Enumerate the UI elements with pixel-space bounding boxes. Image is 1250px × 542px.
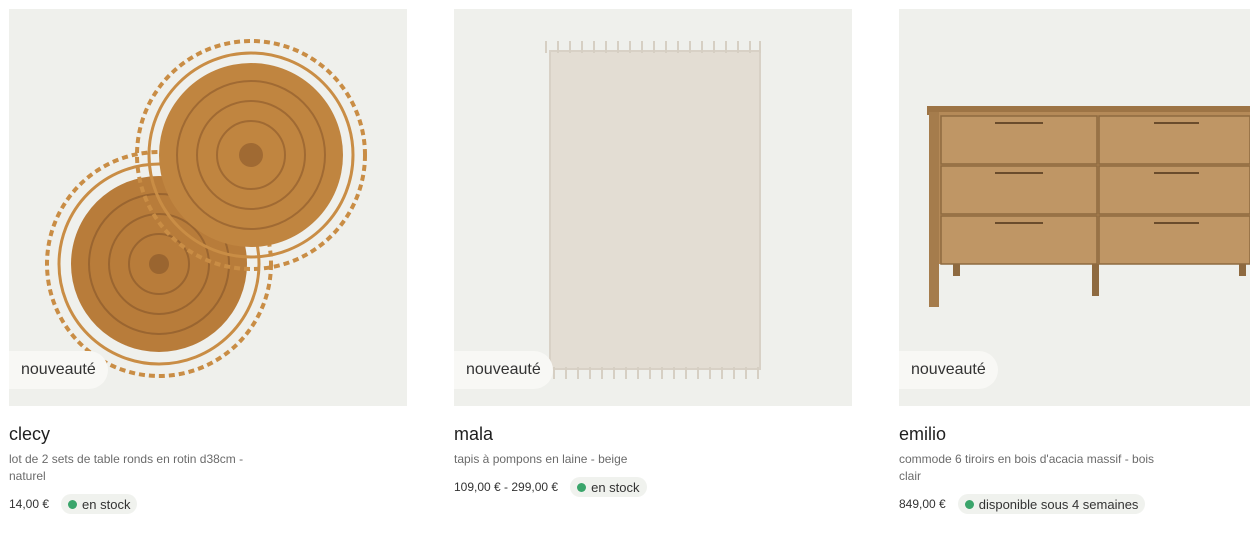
new-badge: nouveauté [899, 351, 998, 389]
product-name[interactable]: clecy [9, 423, 407, 445]
availability-label: en stock [82, 496, 131, 512]
availability-dot-icon [68, 499, 78, 509]
product-meta: 109,00 € - 299,00 € en stock [454, 477, 852, 497]
product-meta: 849,00 € disponible sous 4 semaines [899, 494, 1250, 514]
product-card-mala[interactable]: nouveauté mala tapis à pompons en laine … [454, 9, 852, 497]
product-price: 109,00 € - 299,00 € [454, 480, 559, 494]
availability-dot-icon [964, 499, 974, 509]
availability-badge: en stock [570, 477, 647, 497]
acacia-dresser-image [927, 106, 1250, 307]
product-name[interactable]: emilio [899, 423, 1250, 445]
product-price: 849,00 € [899, 497, 946, 511]
product-name[interactable]: mala [454, 423, 852, 445]
product-description: lot de 2 sets de table ronds en rotin d3… [9, 452, 244, 483]
availability-badge: en stock [61, 494, 138, 514]
product-meta: 14,00 € en stock [9, 494, 407, 514]
product-description: commode 6 tiroirs en bois d'acacia massi… [899, 452, 1155, 483]
availability-label: disponible sous 4 semaines [978, 496, 1139, 512]
product-card-clecy[interactable]: nouveauté clecy lot de 2 sets de table r… [9, 9, 407, 514]
product-image-clecy[interactable]: nouveauté [9, 9, 407, 406]
new-badge: nouveauté [9, 351, 108, 389]
availability-badge: disponible sous 4 semaines [957, 494, 1146, 514]
rattan-placemats-image [45, 39, 367, 378]
wool-rug-image [545, 41, 761, 379]
availability-dot-icon [577, 482, 587, 492]
product-price: 14,00 € [9, 497, 50, 511]
availability-label: en stock [591, 479, 640, 495]
product-image-emilio[interactable]: nouveauté [899, 9, 1250, 406]
product-description: tapis à pompons en laine - beige [454, 452, 628, 466]
product-card-emilio[interactable]: nouveauté emilio commode 6 tiroirs en bo… [899, 9, 1250, 514]
new-badge: nouveauté [454, 351, 553, 389]
product-image-mala[interactable]: nouveauté [454, 9, 852, 406]
